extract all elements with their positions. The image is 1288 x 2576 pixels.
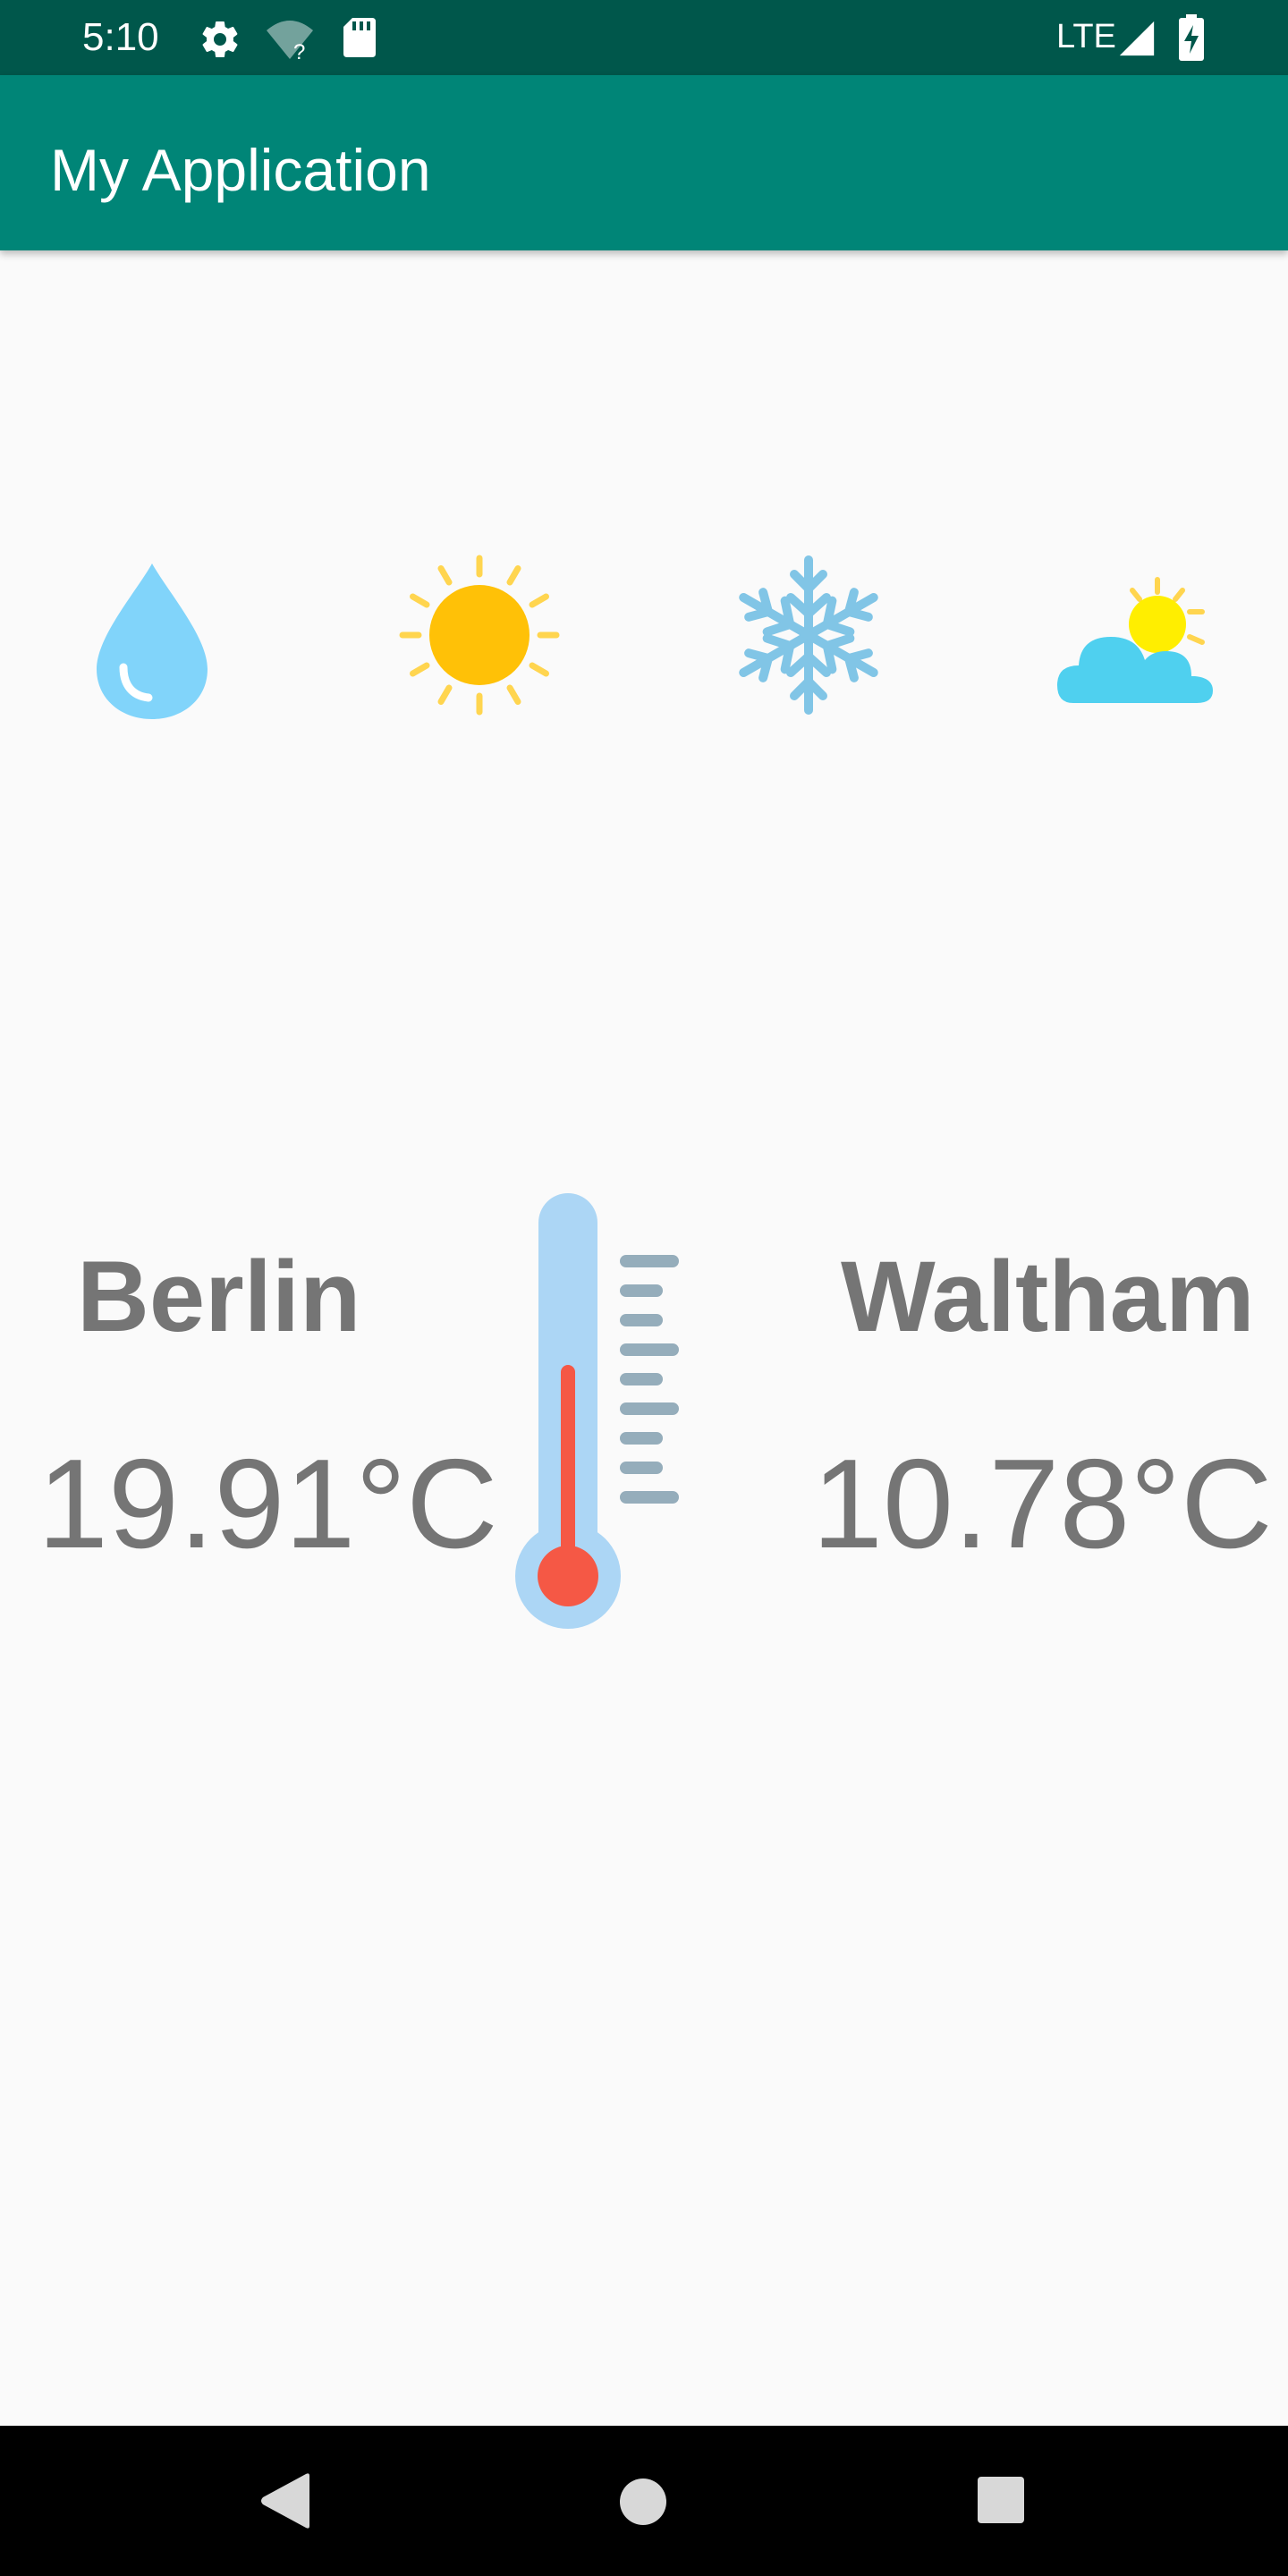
temperature-waltham: 10.78°C xyxy=(812,1433,1273,1575)
signal-icon xyxy=(1119,21,1155,56)
network-type-label: LTE xyxy=(1056,18,1116,55)
partly-cloudy-icon xyxy=(1057,577,1213,703)
status-bar: 5:10 ? LTE xyxy=(0,0,1288,75)
wifi-question-icon: ? xyxy=(267,21,313,63)
app-title: My Application xyxy=(50,137,431,203)
gear-icon xyxy=(202,21,238,58)
navigation-bar xyxy=(0,2426,1288,2576)
sd-card-icon xyxy=(343,18,376,57)
recents-icon[interactable] xyxy=(977,2476,1025,2524)
snowflake-icon xyxy=(728,555,889,716)
sun-icon xyxy=(399,555,560,716)
status-time: 5:10 xyxy=(82,15,159,59)
home-icon[interactable] xyxy=(619,2478,667,2526)
back-icon[interactable] xyxy=(256,2470,313,2531)
app-toolbar: My Application xyxy=(0,75,1288,250)
svg-text:?: ? xyxy=(293,40,305,63)
water-drop-icon xyxy=(97,564,208,719)
city-name-berlin: Berlin xyxy=(77,1241,361,1352)
temperature-berlin: 19.91°C xyxy=(38,1433,498,1575)
thermometer-icon xyxy=(515,1193,679,1629)
battery-charging-icon xyxy=(1179,14,1204,61)
city-name-waltham: Waltham xyxy=(841,1241,1255,1352)
